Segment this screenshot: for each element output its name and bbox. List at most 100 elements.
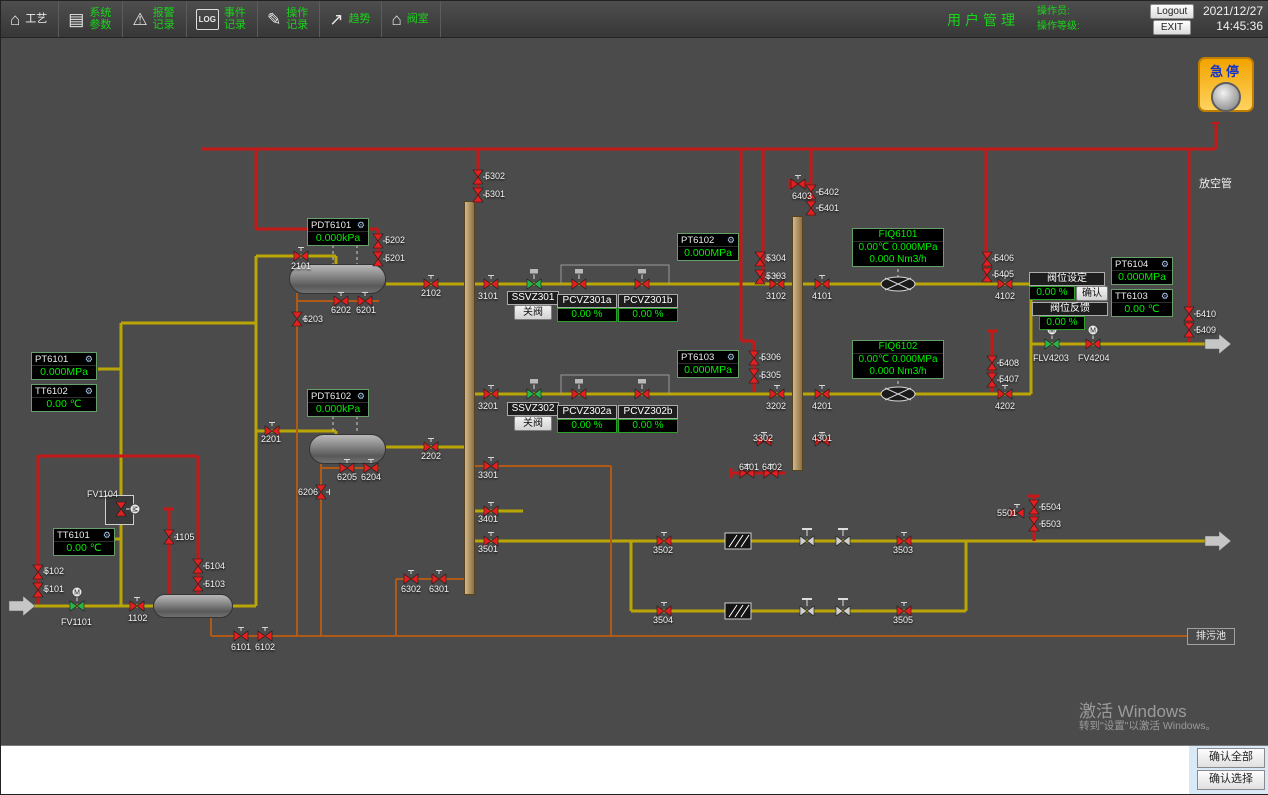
valve-unit[interactable] <box>526 377 542 400</box>
logout-button[interactable]: Logout <box>1150 4 1194 19</box>
valve-6403[interactable] <box>790 174 806 190</box>
gear-icon[interactable]: ⚙ <box>1161 291 1169 302</box>
valve-opening-value-PCVZ301a: 0.00 % <box>557 308 617 322</box>
toolbar-item-label: 操作记录 <box>286 7 310 31</box>
toolbar-item-label: 报警记录 <box>153 7 177 31</box>
valve-tag-3504: 3504 <box>653 615 673 625</box>
instrument-PT6102[interactable]: PT6102⚙0.000MPa <box>677 233 739 261</box>
valve-unit[interactable] <box>835 596 851 617</box>
valve-set-value[interactable]: 0.00 % <box>1029 286 1075 300</box>
valve-tag-FV1101: FV1101 <box>61 617 92 627</box>
instrument-tag: PT6104 <box>1115 259 1148 270</box>
gear-icon[interactable]: ⚙ <box>85 386 93 397</box>
valve-unit[interactable] <box>634 267 650 290</box>
valve-4101[interactable] <box>814 274 830 290</box>
gear-icon[interactable]: ⚙ <box>357 220 365 231</box>
valve-4202[interactable] <box>997 384 1013 400</box>
valve-3101[interactable] <box>483 274 499 290</box>
valve-4201[interactable] <box>814 384 830 400</box>
gear-icon[interactable]: ⚙ <box>1161 259 1169 270</box>
instrument-header: TT6102⚙ <box>32 385 96 398</box>
valve-label-PCVZ302a: PCVZ302a <box>557 405 617 419</box>
toolbar-item-process[interactable]: ⌂工艺 <box>1 1 59 37</box>
instrument-value: 0.000 Nm3/h <box>853 366 943 378</box>
valve-FV4204[interactable]: M <box>1085 324 1101 350</box>
toolbar-item-system-params[interactable]: ▤系统参数 <box>59 1 123 37</box>
home-icon: ⌂ <box>391 11 401 28</box>
valve-tag-3201: 3201 <box>478 401 498 411</box>
valve-tag-5306: 5306 <box>761 352 781 362</box>
valve-tag-5301: 5301 <box>485 189 505 199</box>
valve-unit[interactable] <box>571 377 587 400</box>
valve-unit[interactable] <box>835 526 851 547</box>
instrument-TT6103[interactable]: TT6103⚙0.00 ℃ <box>1111 289 1173 317</box>
valve-6301[interactable] <box>431 569 447 585</box>
valve-unit[interactable] <box>526 267 542 290</box>
valve-tag-3503: 3503 <box>893 545 913 555</box>
user-management-button[interactable]: 用户管理 <box>947 10 1019 30</box>
instrument-header: PDT6101⚙ <box>308 219 368 232</box>
instrument-value: 0.000MPa <box>1112 271 1172 284</box>
instrument-PDT6101[interactable]: PDT6101⚙0.000kPa <box>307 218 369 246</box>
close-valve-button-SSVZ302[interactable]: 关阀 <box>514 416 552 431</box>
instrument-header: PT6101⚙ <box>32 353 96 366</box>
instrument-FIQ6102[interactable]: FIQ61020.00℃ 0.000MPa0.000 Nm3/h <box>852 340 944 379</box>
valve-tag-5201: 5201 <box>385 253 405 263</box>
valve-FV1101[interactable]: M <box>69 586 85 612</box>
instrument-FIQ6101[interactable]: FIQ61010.00℃ 0.000MPa0.000 Nm3/h <box>852 228 944 267</box>
valve-tag-FLV4203: FLV4203 <box>1033 353 1069 363</box>
instrument-PT6104[interactable]: PT6104 ⚙0.000MPa <box>1111 257 1173 285</box>
valve-unit[interactable] <box>799 526 815 547</box>
gear-icon[interactable]: ⚙ <box>103 530 111 541</box>
valve-unit[interactable] <box>571 267 587 290</box>
instrument-header: TT6101 ⚙ <box>54 529 114 542</box>
toolbar-item-valve-room[interactable]: ⌂阀室 <box>382 1 440 37</box>
toolbar-item-operation-log[interactable]: ✎操作记录 <box>258 1 320 37</box>
valve-feedback-label: 阀位反馈 <box>1032 302 1108 316</box>
valve-tag-3505: 3505 <box>893 615 913 625</box>
instrument-value: 0.00℃ 0.000MPa <box>853 242 943 254</box>
instrument-PDT6102[interactable]: PDT6102⚙0.000kPa <box>307 389 369 417</box>
valve-3202[interactable] <box>769 384 785 400</box>
toolbar-item-alarm-log[interactable]: ⚠报警记录 <box>123 1 186 37</box>
valve-1102[interactable] <box>129 596 145 612</box>
toolbar-item-event-log[interactable]: LOG事件记录 <box>187 1 258 37</box>
valve-3201[interactable] <box>483 384 499 400</box>
valve-tag-3501: 3501 <box>478 544 498 554</box>
valve-tag-5202: 5202 <box>385 235 405 245</box>
valve-tag-5402: 5402 <box>819 187 839 197</box>
instrument-PT6101[interactable]: PT6101⚙0.000MPa <box>31 352 97 380</box>
valve-tag-5406: 5406 <box>994 253 1014 263</box>
valve-tag-3202: 3202 <box>766 401 786 411</box>
valve-FV1104[interactable]: M <box>115 501 141 517</box>
toolbar-item-trend[interactable]: ↗趋势 <box>320 1 382 37</box>
confirm-select-button[interactable]: 确认选择 <box>1197 770 1265 790</box>
valve-tag-5401: 5401 <box>819 203 839 213</box>
gear-icon[interactable]: ⚙ <box>727 352 735 363</box>
confirm-button[interactable]: 确认 <box>1076 286 1108 301</box>
instrument-tag: TT6101 <box>57 530 90 541</box>
gear-icon[interactable]: ⚙ <box>357 391 365 402</box>
exit-button[interactable]: EXIT <box>1153 20 1191 35</box>
confirm-all-button[interactable]: 确认全部 <box>1197 748 1265 768</box>
gear-icon[interactable]: ⚙ <box>85 354 93 365</box>
valve-2101[interactable] <box>293 246 309 262</box>
valve-tag-5503: 5503 <box>1041 519 1061 529</box>
toolbar-item-label: 趋势 <box>348 13 372 25</box>
gear-icon[interactable]: ⚙ <box>727 235 735 246</box>
valve-6101[interactable] <box>233 626 249 642</box>
instrument-TT6101[interactable]: TT6101⚙0.00 ℃ <box>53 528 115 556</box>
valve-tag-6201: 6201 <box>356 305 376 315</box>
instrument-tag: PDT6102 <box>311 391 351 402</box>
valve-6102[interactable] <box>257 626 273 642</box>
emergency-stop-button[interactable]: 急停 <box>1198 57 1254 112</box>
close-valve-button-SSVZ301[interactable]: 关阀 <box>514 305 552 320</box>
valve-unit[interactable] <box>634 377 650 400</box>
footer-bar <box>1 745 1268 795</box>
instrument-PT6103[interactable]: PT6103⚙0.000MPa <box>677 350 739 378</box>
valve-6302[interactable] <box>403 569 419 585</box>
estop-circle-icon <box>1211 82 1241 112</box>
valve-unit[interactable] <box>799 596 815 617</box>
valve-tag-5407: 5407 <box>999 374 1019 384</box>
instrument-TT6102[interactable]: TT6102⚙0.00 ℃ <box>31 384 97 412</box>
